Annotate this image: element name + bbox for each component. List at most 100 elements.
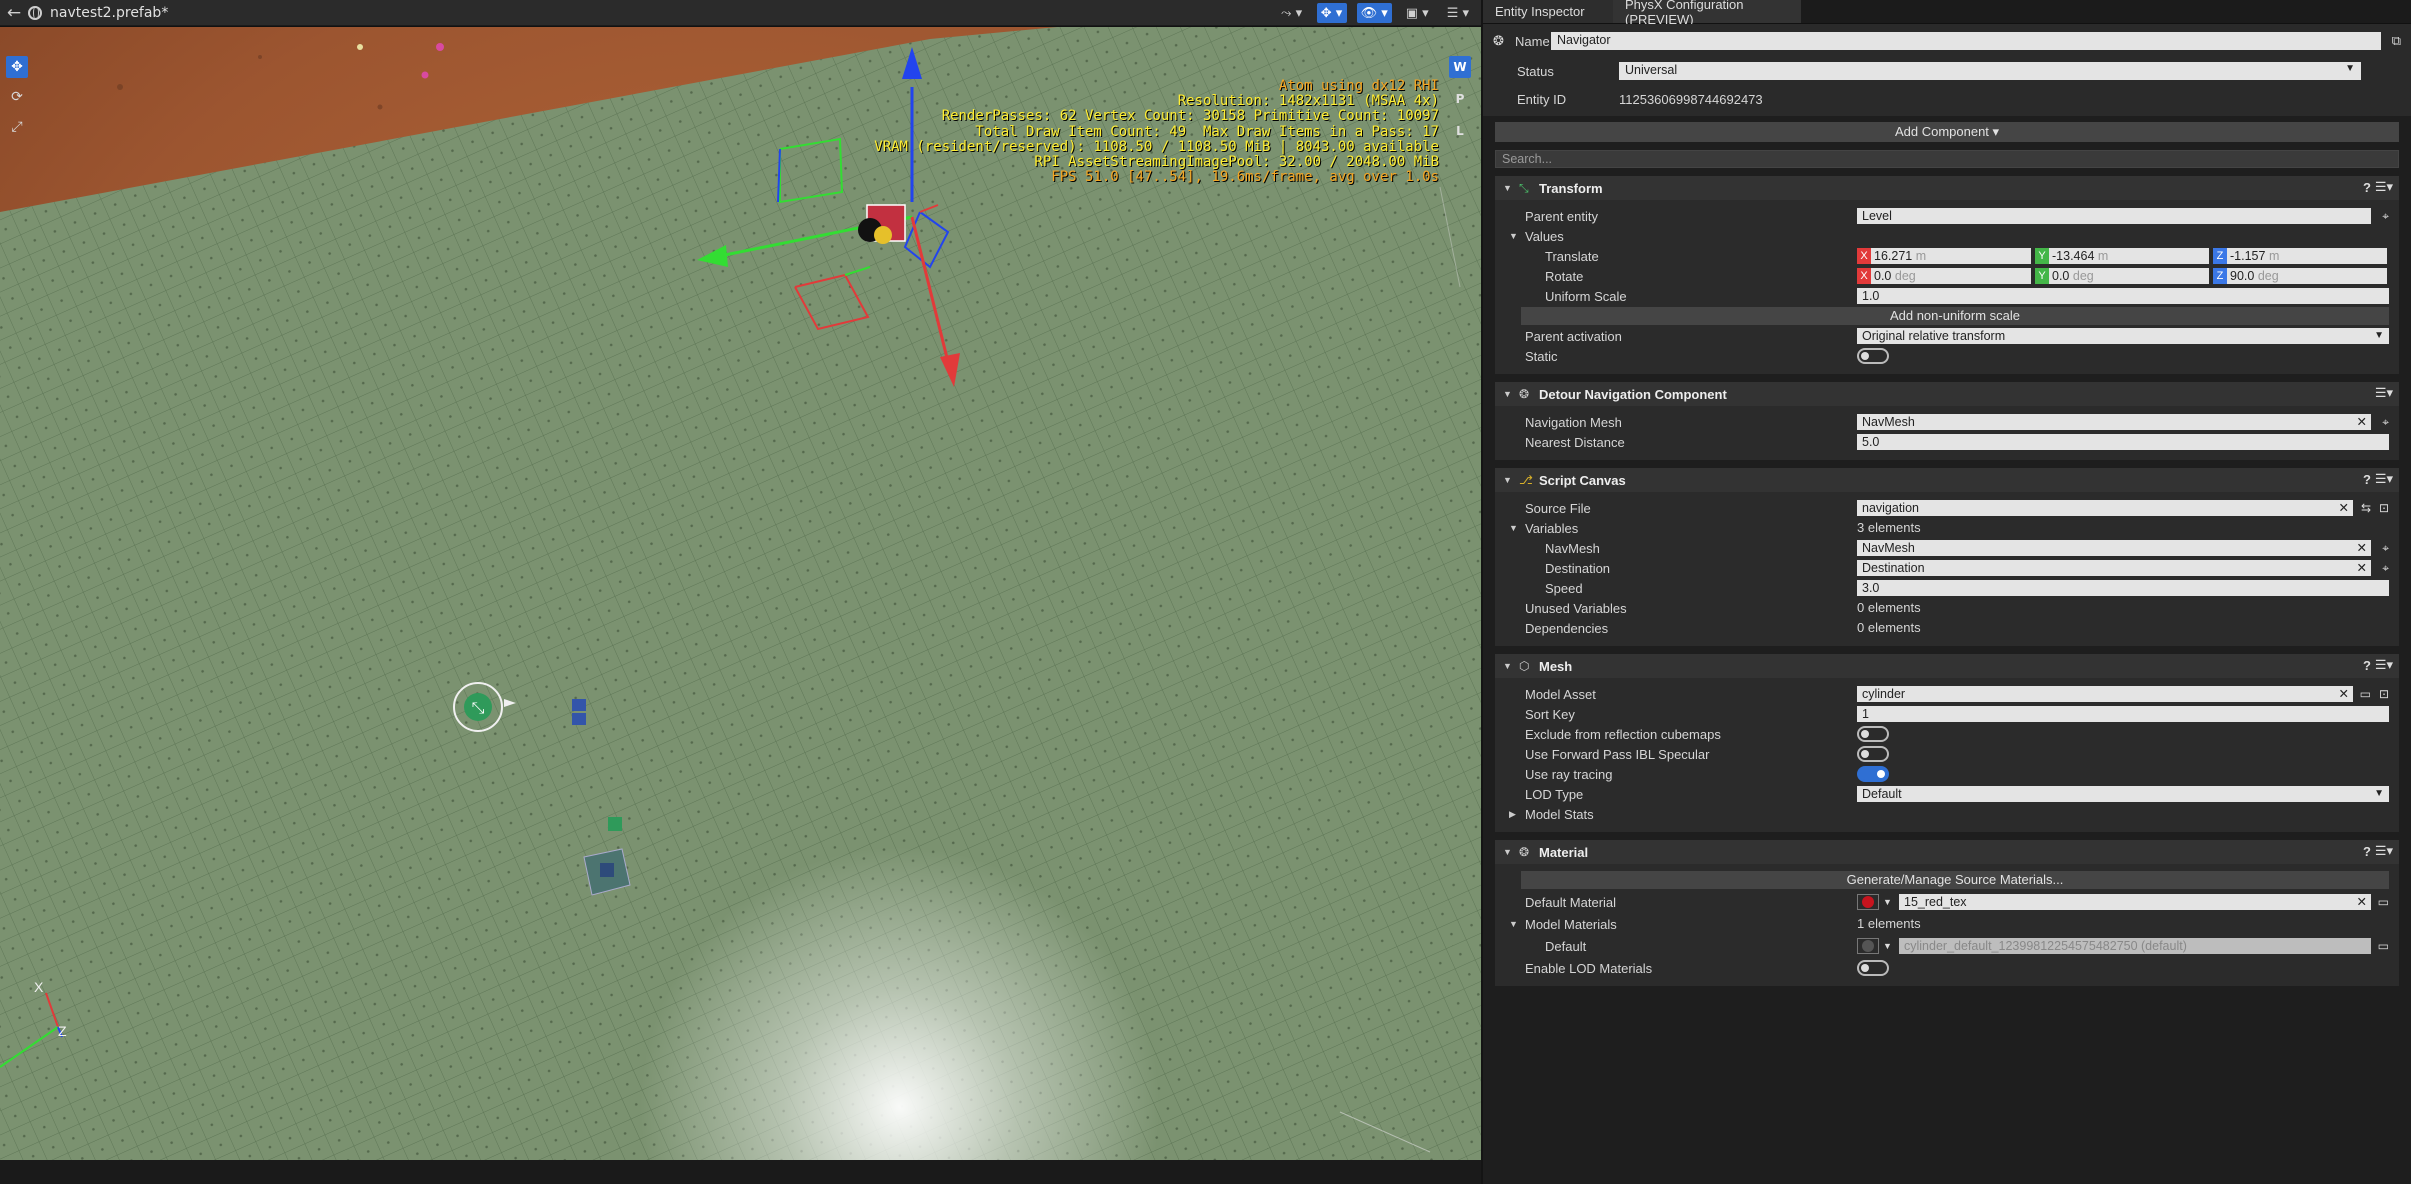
clear-icon[interactable]: ✕ <box>2339 500 2349 516</box>
rotate-z-field[interactable]: Z 90.0 deg <box>2213 268 2387 284</box>
component-menu-icon[interactable]: ☰▾ <box>2375 843 2393 859</box>
nearest-distance-field[interactable]: 5.0 <box>1857 434 2389 450</box>
folder-icon[interactable]: ▭ <box>2378 894 2389 910</box>
detour-header[interactable]: ▼ ❂ Detour Navigation Component ☰▾ <box>1495 382 2399 406</box>
exclude-reflection-toggle[interactable] <box>1857 726 1889 742</box>
transform-header[interactable]: ▼ ⤡ Transform ? ☰▾ <box>1495 176 2399 200</box>
script-canvas-icon[interactable] <box>874 226 892 244</box>
open-graph-icon[interactable]: ⇆ <box>2361 500 2371 516</box>
parent-entity-field[interactable]: Level <box>1857 208 2371 224</box>
translate-x-field[interactable]: X 16.271 m <box>1857 248 2031 264</box>
target-picker-icon[interactable]: ⌖ <box>2382 560 2389 576</box>
model-materials-expand-icon[interactable]: ▼ <box>1509 919 1518 929</box>
default-material-swatch[interactable] <box>1857 894 1879 910</box>
browse-icon[interactable]: ⊡ <box>2379 686 2389 702</box>
translate-y-field[interactable]: Y -13.464 m <box>2035 248 2209 264</box>
collapse-triangle-icon[interactable]: ▼ <box>1503 661 1519 671</box>
pin-inspector-icon[interactable]: ⧉ <box>2381 33 2401 49</box>
parent-space-toggle[interactable]: P <box>1449 88 1471 110</box>
scene-view[interactable]: ⤡ X Z Atom using dx12 RHI Resolution: 14… <box>0 27 1481 1160</box>
enable-lod-materials-toggle[interactable] <box>1857 960 1889 976</box>
parent-activation-dropdown[interactable]: Original relative transform ▼ <box>1857 328 2389 344</box>
help-icon[interactable]: ? <box>2363 472 2371 487</box>
world-space-toggle[interactable]: W <box>1449 56 1471 78</box>
viewport-left-tools: ✥ ⟳ ⤢ <box>6 56 28 138</box>
collapse-triangle-icon[interactable]: ▼ <box>1503 389 1519 399</box>
options-tool[interactable]: ☰ ▾ <box>1443 3 1473 23</box>
script-canvas-header[interactable]: ▼ ⎇ Script Canvas ? ☰▾ <box>1495 468 2399 492</box>
mesh-header[interactable]: ▼ ⬡ Mesh ? ☰▾ <box>1495 654 2399 678</box>
source-file-field[interactable]: navigation ✕ <box>1857 500 2353 516</box>
visibility-tool[interactable]: 👁 ▾ <box>1356 3 1392 23</box>
generate-materials-button[interactable]: Generate/Manage Source Materials... <box>1521 871 2389 889</box>
unused-variables-label: Unused Variables <box>1525 600 1627 616</box>
model-stats-expand-icon[interactable]: ▶ <box>1509 809 1516 820</box>
local-space-toggle[interactable]: L <box>1449 120 1471 142</box>
target-picker-icon[interactable]: ⌖ <box>2382 414 2389 430</box>
component-menu-icon[interactable]: ☰▾ <box>2375 657 2393 673</box>
default-material-field[interactable]: 15_red_tex ✕ <box>1899 894 2371 910</box>
tab-entity-inspector[interactable]: Entity Inspector <box>1483 0 1613 23</box>
collapse-triangle-icon[interactable]: ▼ <box>1503 183 1519 193</box>
static-toggle[interactable] <box>1857 348 1889 364</box>
rotate-y-field[interactable]: Y 0.0 deg <box>2035 268 2209 284</box>
tab-physx-configuration[interactable]: PhysX Configuration (PREVIEW) <box>1613 0 1801 27</box>
inspector-tabs: Entity Inspector PhysX Configuration (PR… <box>1483 0 2411 27</box>
clear-icon[interactable]: ✕ <box>2357 560 2367 576</box>
help-icon[interactable]: ? <box>2363 844 2371 859</box>
destination-var-field[interactable]: Destination ✕ <box>1857 560 2371 576</box>
ray-tracing-toggle[interactable] <box>1857 766 1889 782</box>
folder-icon[interactable]: ▭ <box>2378 938 2389 954</box>
navmesh-var-field[interactable]: NavMesh ✕ <box>1857 540 2371 556</box>
chevron-down-icon[interactable]: ▼ <box>1883 938 1892 954</box>
layout-tool[interactable]: ▣ ▾ <box>1402 3 1433 23</box>
camera-speed-tool[interactable]: ⤳ ▾ <box>1277 3 1307 23</box>
lod-type-dropdown[interactable]: Default ▼ <box>1857 786 2389 802</box>
chevron-down-icon[interactable]: ▼ <box>1883 894 1892 910</box>
component-menu-icon[interactable]: ☰▾ <box>2375 179 2393 195</box>
scene-render[interactable]: ⤡ <box>0 27 1481 1160</box>
target-picker-icon[interactable]: ⌖ <box>2382 540 2389 556</box>
move-tool[interactable]: ✥ <box>6 56 28 78</box>
uniform-scale-field[interactable]: 1.0 <box>1857 288 2389 304</box>
values-expand-icon[interactable]: ▼ <box>1509 231 1518 241</box>
back-arrow-icon[interactable]: ← <box>0 3 28 23</box>
component-menu-icon[interactable]: ☰▾ <box>2375 385 2393 401</box>
clear-icon[interactable]: ✕ <box>2339 686 2349 702</box>
scale-tool[interactable]: ⤢ <box>6 116 28 138</box>
unused-variables-count: 0 elements <box>1857 600 1921 615</box>
folder-icon[interactable]: ▭ <box>2360 686 2371 702</box>
component-menu-icon[interactable]: ☰▾ <box>2375 471 2393 487</box>
browse-icon[interactable]: ⊡ <box>2379 500 2389 516</box>
default-slot-field[interactable]: cylinder_default_12399812254575482750 (d… <box>1899 938 2371 954</box>
material-header[interactable]: ▼ ❂ Material ? ☰▾ <box>1495 840 2399 864</box>
collapse-triangle-icon[interactable]: ▼ <box>1503 475 1519 485</box>
default-slot-swatch[interactable] <box>1857 938 1879 954</box>
rotate-tool[interactable]: ⟳ <box>6 86 28 108</box>
clear-icon[interactable]: ✕ <box>2357 414 2367 430</box>
gizmo-mode-tool[interactable]: ✥ ▾ <box>1316 3 1347 23</box>
translate-z-field[interactable]: Z -1.157 m <box>2213 248 2387 264</box>
clear-icon[interactable]: ✕ <box>2357 540 2367 556</box>
entity-name-input[interactable]: Navigator <box>1551 32 2381 50</box>
model-asset-field[interactable]: cylinder ✕ <box>1857 686 2353 702</box>
viewport-panel[interactable]: ← navtest2.prefab* ⤳ ▾ ✥ ▾ 👁 ▾ ▣ ▾ ☰ ▾ ⤡… <box>0 0 1481 1184</box>
add-nonuniform-scale-button[interactable]: Add non-uniform scale <box>1521 307 2389 325</box>
static-label: Static <box>1525 348 1558 364</box>
target-picker-icon[interactable]: ⌖ <box>2382 208 2389 224</box>
speed-var-field[interactable]: 3.0 <box>1857 580 2389 596</box>
status-dropdown[interactable]: Universal ▼ <box>1619 62 2361 80</box>
collapse-triangle-icon[interactable]: ▼ <box>1503 847 1519 857</box>
clear-icon[interactable]: ✕ <box>2357 894 2367 910</box>
navigation-mesh-field[interactable]: NavMesh ✕ <box>1857 414 2371 430</box>
help-icon[interactable]: ? <box>2363 658 2371 673</box>
rotate-x-field[interactable]: X 0.0 deg <box>1857 268 2031 284</box>
add-component-button[interactable]: Add Component ▾ <box>1495 122 2399 142</box>
variables-expand-icon[interactable]: ▼ <box>1509 523 1518 533</box>
component-search-input[interactable]: Search... <box>1495 150 2399 168</box>
help-icon[interactable]: ? <box>2363 180 2371 195</box>
name-label: Name <box>1515 33 1550 49</box>
forward-pass-toggle[interactable] <box>1857 746 1889 762</box>
source-file-label: Source File <box>1525 500 1591 516</box>
sort-key-field[interactable]: 1 <box>1857 706 2389 722</box>
